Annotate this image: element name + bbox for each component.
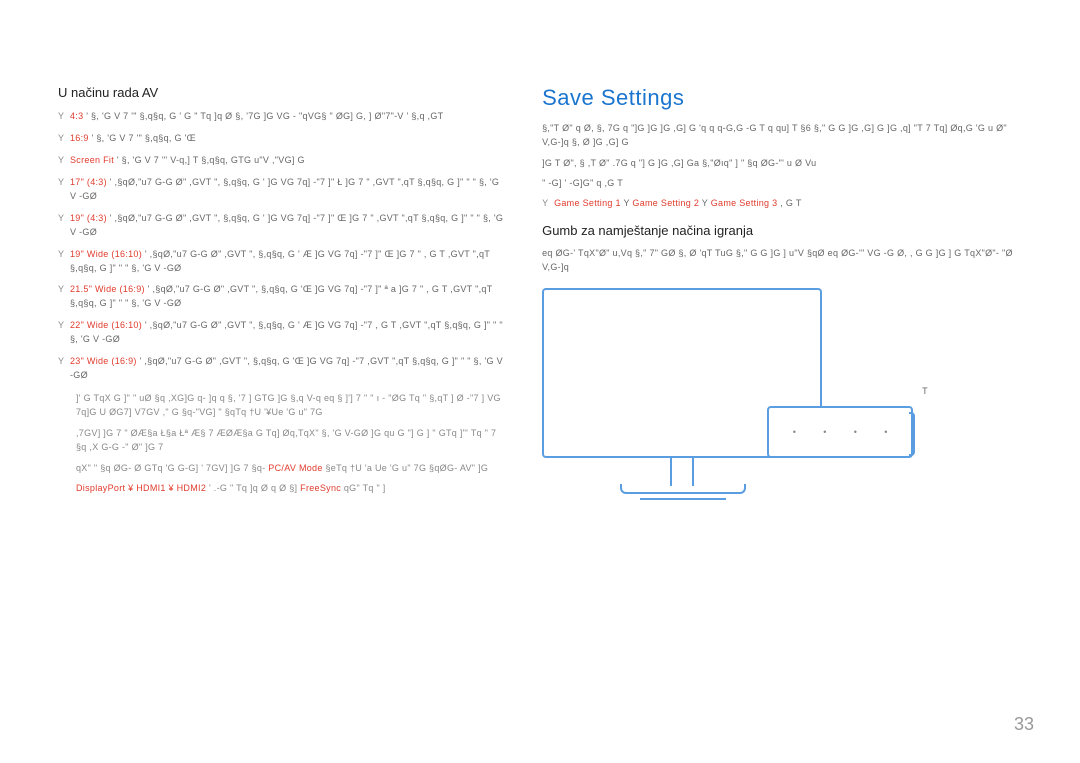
monitor-stand-neck	[670, 458, 694, 486]
bullet-marker: Y	[58, 176, 70, 204]
av-mode-heading: U načinu rada AV	[58, 85, 506, 100]
bullet-marker: Y	[58, 110, 70, 124]
bullet-marker: Y	[58, 248, 70, 276]
game-setting-2: Game Setting 2	[632, 198, 699, 208]
key-icon: •	[820, 427, 830, 437]
jog-button-panel: • • • •	[767, 406, 913, 458]
ratio-label: 21.5" Wide (16:9)	[70, 284, 145, 294]
monitor-stand-foot	[640, 494, 726, 500]
bullet-item: Y Game Setting 1 Y Game Setting 2 Y Game…	[542, 197, 1030, 211]
ratio-label: 4:3	[70, 111, 83, 121]
freesync-label: FreeSync	[300, 483, 341, 493]
bullet-item: Y Screen Fit ' §, 'G V 7 '" V-q,] T §,q§…	[58, 154, 506, 168]
game-setting-1: Game Setting 1	[554, 198, 621, 208]
note-text: qX" " §q ØG- Ø GTq 'G G-G] ' 7GV] ]G 7 §…	[76, 461, 506, 475]
ratio-label: 19" (4:3)	[70, 213, 107, 223]
left-column: U načinu rada AV Y 4:3 ' §, 'G V 7 '" §,…	[58, 85, 506, 518]
key-icon: •	[789, 427, 799, 437]
bullet-marker: Y	[58, 154, 70, 168]
ratio-label: 16:9	[70, 133, 89, 143]
ratio-label: 17" (4:3)	[70, 177, 107, 187]
desc-text: §,"T Ø" q Ø, §, 7G q "]G ]G ]G ,G] G 'q …	[542, 121, 1030, 150]
bullet-marker: Y	[58, 132, 70, 146]
bullet-item: Y 19" Wide (16:10) ' ,§qØ,"u7 G-G Ø" ,GV…	[58, 248, 506, 276]
t-label: T	[922, 386, 928, 396]
note-text: ]' G TqX G ]" " uØ §q ,XG]G q- ]q q §, '…	[76, 391, 506, 420]
ratio-label: 23" Wide (16:9)	[70, 356, 137, 366]
note-block: ]' G TqX G ]" " uØ §q ,XG]G q- ]q q §, '…	[76, 391, 506, 495]
pcav-mode-label: PC/AV Mode	[268, 463, 322, 473]
save-settings-title: Save Settings	[542, 85, 1030, 111]
bullet-item: Y 17" (4:3) ' ,§qØ,"u7 G-G Ø" ,GVT ", §,…	[58, 176, 506, 204]
panel-shadow	[909, 412, 915, 456]
port-labels: DisplayPort ¥ HDMI1 ¥ HDMI2	[76, 483, 206, 493]
bullet-marker: Y	[58, 319, 70, 347]
bullet-marker: Y	[542, 197, 554, 211]
desc-text: ]G T Ø", § ,T Ø" .7G q "] G ]G ,G] Ga §,…	[542, 156, 1030, 170]
bullet-item: Y 19" (4:3) ' ,§qØ,"u7 G-G Ø" ,GVT ", §,…	[58, 212, 506, 240]
bullet-item: Y 16:9 ' §, 'G V 7 '" §,q§q, G 'Œ	[58, 132, 506, 146]
monitor-stand-base	[620, 484, 746, 494]
bullet-marker: Y	[58, 283, 70, 311]
game-setting-3: Game Setting 3	[711, 198, 778, 208]
bullet-item: Y 22" Wide (16:10) ' ,§qØ,"u7 G-G Ø" ,GV…	[58, 319, 506, 347]
body-text: eq ØG-' TqX"Ø" u,Vq §," 7" GØ §, Ø 'qT T…	[542, 246, 1030, 275]
bullet-marker: Y	[58, 355, 70, 383]
note-text: DisplayPort ¥ HDMI1 ¥ HDMI2 ' .-G " Tq ]…	[76, 481, 506, 495]
note-text: ,7GV] ]G 7 " ØÆ§a Ł§a Łª Æ§ 7 ÆØÆ§a G Tq…	[76, 426, 506, 455]
key-icon: •	[881, 427, 891, 437]
gamemode-button-heading: Gumb za namještanje načina igranja	[542, 223, 1030, 238]
bullet-item: Y 21.5" Wide (16:9) ' ,§qØ,"u7 G-G Ø" ,G…	[58, 283, 506, 311]
ratio-label: 22" Wide (16:10)	[70, 320, 142, 330]
ratio-label: Screen Fit	[70, 155, 114, 165]
bullet-marker: Y	[58, 212, 70, 240]
ratio-label: 19" Wide (16:10)	[70, 249, 142, 259]
desc-text: " -G] ' -G]G" q ,G T	[542, 176, 1030, 190]
right-column: Save Settings §,"T Ø" q Ø, §, 7G q "]G ]…	[542, 85, 1030, 518]
key-icon: •	[850, 427, 860, 437]
page-number: 33	[1014, 714, 1034, 735]
bullet-item: Y 4:3 ' §, 'G V 7 '" §,q§q, G ' G " Tq ]…	[58, 110, 506, 124]
bullet-item: Y 23" Wide (16:9) ' ,§qØ,"u7 G-G Ø" ,GVT…	[58, 355, 506, 383]
monitor-illustration: • • • • T	[542, 288, 912, 518]
